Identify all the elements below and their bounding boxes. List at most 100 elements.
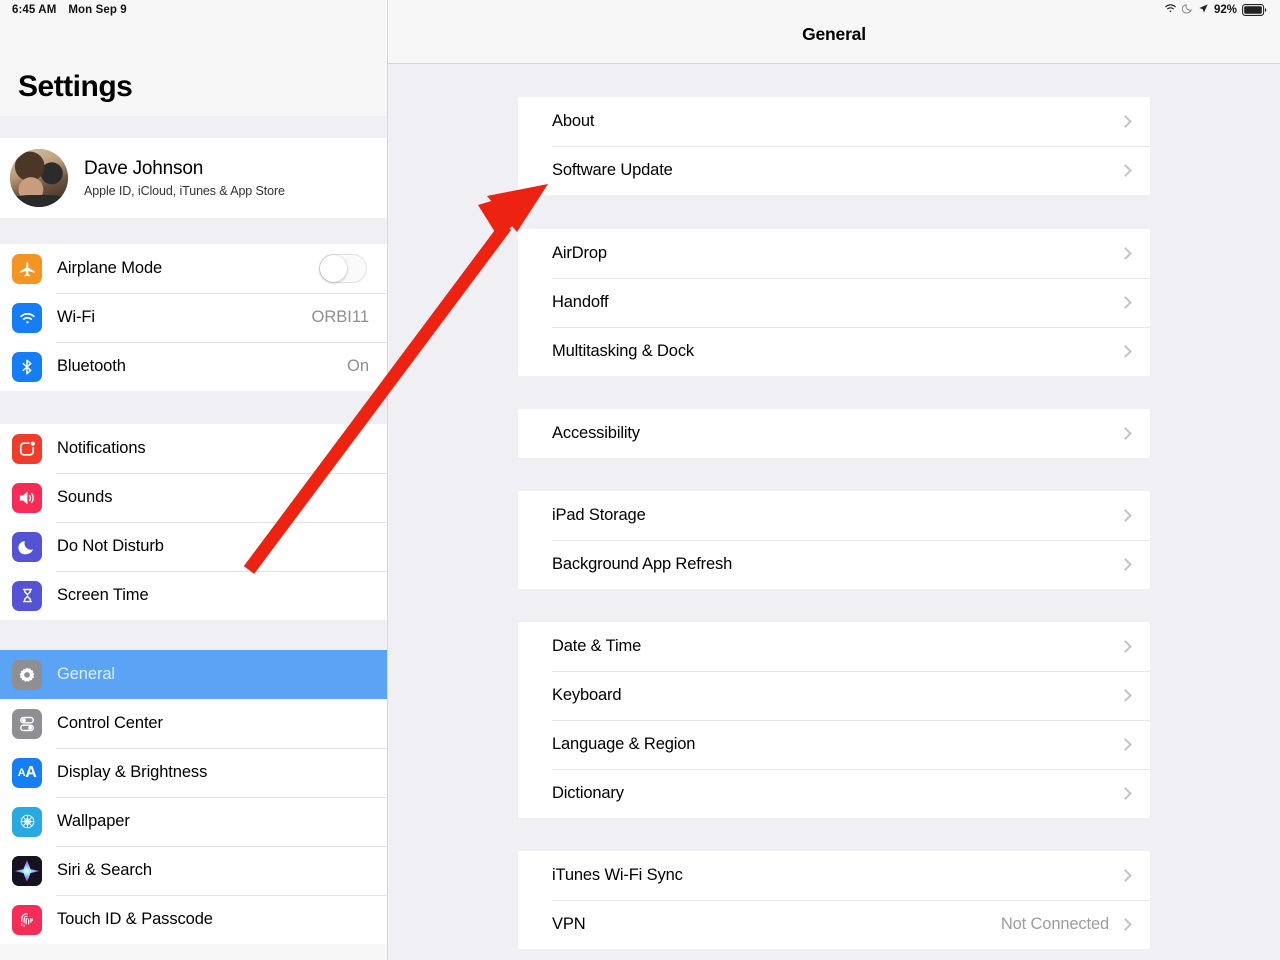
page-title: Settings: [18, 70, 133, 103]
main-item-handoff[interactable]: Handoff: [518, 278, 1150, 327]
sidebar-item-label: Wallpaper: [57, 812, 130, 830]
main-item-airdrop[interactable]: AirDrop: [518, 229, 1150, 278]
settings-sidebar: 6:45 AM Mon Sep 9 Settings Dave Johnson …: [0, 0, 388, 960]
sidebar-gap: [0, 218, 387, 244]
sidebar-item-label: Notifications: [57, 439, 146, 457]
main-item-label: AirDrop: [552, 244, 607, 262]
status-bar-time: 6:45 AM: [12, 4, 57, 16]
main-item-label: Date & Time: [552, 637, 642, 655]
bluetooth-icon: [12, 351, 42, 382]
sidebar-item-airplane-mode[interactable]: Airplane Mode: [0, 244, 387, 293]
airplane-icon: [12, 253, 42, 284]
status-bar: 6:45 AM Mon Sep 9: [0, 0, 387, 20]
sidebar-item-control-center[interactable]: Control Center: [0, 699, 387, 748]
main-item-label: Accessibility: [552, 424, 640, 442]
sidebar-item-label: Display & Brightness: [57, 763, 208, 781]
main-item-itunes-wifi-sync[interactable]: iTunes Wi-Fi Sync: [518, 851, 1150, 900]
main-item-vpn[interactable]: VPN Not Connected: [518, 900, 1150, 949]
sidebar-item-sounds[interactable]: Sounds: [0, 473, 387, 522]
main-item-multitasking-dock[interactable]: Multitasking & Dock: [518, 327, 1150, 376]
sidebar-group-system: General Control Center AA Display & Brig…: [0, 650, 387, 944]
sounds-icon: [12, 482, 42, 513]
chevron-right-icon: [1119, 427, 1132, 440]
sidebar-item-label: Bluetooth: [57, 357, 126, 375]
battery-percent-label: 92%: [1213, 4, 1237, 16]
battery-icon: [1242, 4, 1268, 16]
chevron-right-icon: [1119, 918, 1132, 931]
general-detail-panel: General 92% About Software Update AirDro…: [388, 0, 1280, 960]
main-item-software-update[interactable]: Software Update: [518, 146, 1150, 195]
settings-group-accessibility: Accessibility: [518, 409, 1150, 458]
main-item-about[interactable]: About: [518, 97, 1150, 146]
chevron-right-icon: [1119, 689, 1132, 702]
wifi-network-value: ORBI11: [311, 308, 369, 326]
sidebar-item-general[interactable]: General: [0, 650, 387, 699]
sidebar-item-do-not-disturb[interactable]: Do Not Disturb: [0, 522, 387, 571]
wifi-icon: [12, 302, 42, 333]
sidebar-item-label: Control Center: [57, 714, 163, 732]
main-item-label: VPN: [552, 915, 586, 933]
avatar: [10, 149, 68, 207]
hourglass-icon: [12, 580, 42, 611]
moon-icon: [1181, 1, 1193, 19]
main-title: General: [802, 24, 866, 44]
chevron-right-icon: [1119, 869, 1132, 882]
settings-group-storage: iPad Storage Background App Refresh: [518, 491, 1150, 589]
sidebar-group-connectivity: Airplane Mode Wi-Fi ORBI11 Bluetooth On: [0, 244, 387, 391]
display-brightness-icon: AA: [12, 757, 42, 788]
sidebar-item-notifications[interactable]: Notifications: [0, 424, 387, 473]
bluetooth-status-value: On: [346, 357, 369, 375]
main-item-accessibility[interactable]: Accessibility: [518, 409, 1150, 458]
main-item-label: Language & Region: [552, 735, 696, 753]
settings-group-localization: Date & Time Keyboard Language & Region D…: [518, 622, 1150, 818]
vpn-status-value: Not Connected: [1000, 915, 1109, 933]
status-bar-right: 92%: [1164, 0, 1268, 20]
chevron-right-icon: [1119, 640, 1132, 653]
main-item-label: Background App Refresh: [552, 555, 733, 573]
sidebar-item-siri-search[interactable]: Siri & Search: [0, 846, 387, 895]
sidebar-item-label: Do Not Disturb: [57, 537, 164, 555]
main-item-date-time[interactable]: Date & Time: [518, 622, 1150, 671]
chevron-right-icon: [1119, 296, 1132, 309]
main-item-ipad-storage[interactable]: iPad Storage: [518, 491, 1150, 540]
apple-account-row[interactable]: Dave Johnson Apple ID, iCloud, iTunes & …: [0, 138, 387, 218]
chevron-right-icon: [1119, 115, 1132, 128]
ipad-settings-screen: 6:45 AM Mon Sep 9 Settings Dave Johnson …: [0, 0, 1280, 960]
main-item-label: About: [552, 112, 595, 130]
main-item-label: Dictionary: [552, 784, 624, 802]
chevron-right-icon: [1119, 558, 1132, 571]
fingerprint-icon: [12, 904, 42, 935]
siri-icon: [12, 855, 42, 886]
chevron-right-icon: [1119, 247, 1132, 260]
main-header: General 92%: [388, 0, 1280, 64]
sidebar-item-bluetooth[interactable]: Bluetooth On: [0, 342, 387, 391]
general-settings-list: About Software Update AirDrop Handoff Mu…: [388, 64, 1280, 949]
settings-group-continuity: AirDrop Handoff Multitasking & Dock: [518, 229, 1150, 376]
chevron-right-icon: [1119, 345, 1132, 358]
sidebar-item-label: Screen Time: [57, 586, 149, 604]
status-bar-date: Mon Sep 9: [68, 4, 127, 16]
moon-icon: [12, 531, 42, 562]
sidebar-item-screen-time[interactable]: Screen Time: [0, 571, 387, 620]
main-item-dictionary[interactable]: Dictionary: [518, 769, 1150, 818]
gear-icon: [12, 659, 42, 690]
main-item-language-region[interactable]: Language & Region: [518, 720, 1150, 769]
main-item-background-app-refresh[interactable]: Background App Refresh: [518, 540, 1150, 589]
sidebar-item-wallpaper[interactable]: Wallpaper: [0, 797, 387, 846]
location-arrow-icon: [1198, 1, 1209, 19]
main-item-label: iPad Storage: [552, 506, 646, 524]
sidebar-item-label: Touch ID & Passcode: [57, 910, 213, 928]
sidebar-item-wifi[interactable]: Wi-Fi ORBI11: [0, 293, 387, 342]
airplane-mode-toggle[interactable]: [319, 254, 367, 283]
sidebar-gap: [0, 620, 387, 650]
main-item-label: Software Update: [552, 161, 673, 179]
sidebar-item-display-brightness[interactable]: AA Display & Brightness: [0, 748, 387, 797]
main-item-keyboard[interactable]: Keyboard: [518, 671, 1150, 720]
sidebar-item-touch-id-passcode[interactable]: Touch ID & Passcode: [0, 895, 387, 944]
sidebar-item-label: Wi-Fi: [57, 308, 95, 326]
